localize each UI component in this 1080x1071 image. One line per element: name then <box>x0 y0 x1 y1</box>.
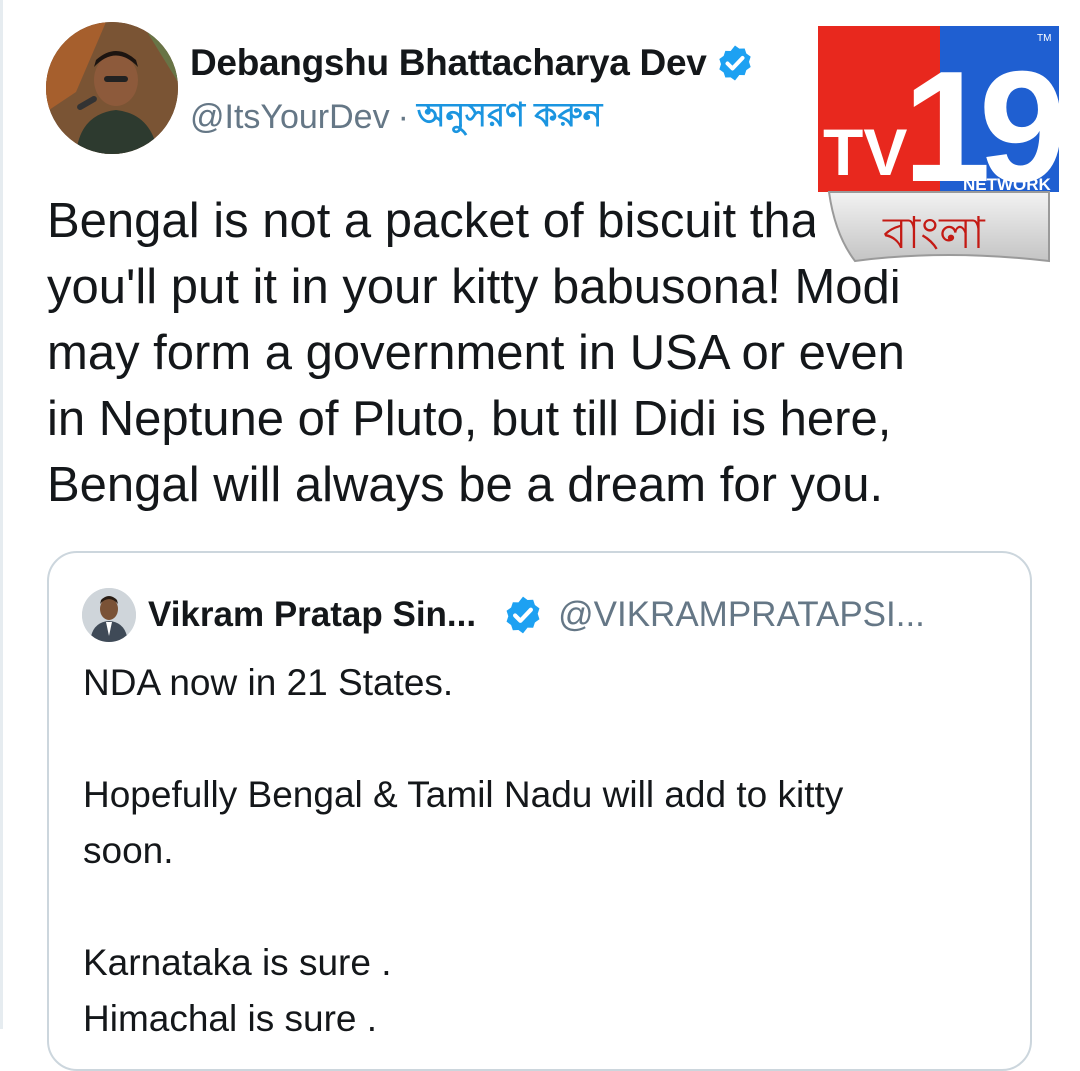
verified-badge-icon <box>502 594 544 636</box>
separator-dot: · <box>397 97 409 136</box>
verified-badge-icon <box>715 43 755 83</box>
author-handle[interactable]: @ItsYourDev <box>190 98 390 137</box>
svg-text:TV: TV <box>823 115 907 189</box>
logo-tm: TM <box>1037 33 1051 44</box>
quoted-author-handle: @VIKRAMPRATAPSI... <box>558 595 925 634</box>
quoted-tweet-text: NDA now in 21 States. Hopefully Bengal &… <box>83 662 844 1039</box>
author-name-row: Debangshu Bhattacharya Dev <box>190 38 755 88</box>
author-handle-row: @ItsYourDev · অনুসরণ করুন <box>190 94 602 140</box>
author-display-name[interactable]: Debangshu Bhattacharya Dev <box>190 42 707 84</box>
follow-button[interactable]: অনুসরণ করুন <box>417 89 602 145</box>
timeline-border <box>0 0 3 1029</box>
quoted-tweet-header: Vikram Pratap Sin... @VIKRAMPRATAPSI... <box>82 587 925 643</box>
quoted-tweet-card[interactable]: Vikram Pratap Sin... @VIKRAMPRATAPSI... … <box>47 551 1032 1071</box>
logo-language-label: বাংলা <box>882 208 986 259</box>
author-avatar[interactable] <box>46 22 178 154</box>
quoted-author-avatar <box>82 588 136 642</box>
quoted-author-name: Vikram Pratap Sin... <box>148 595 477 634</box>
tv19-bangla-logo: TV 19 TM NETWORK বাংলা <box>815 23 1074 269</box>
logo-network-label: NETWORK <box>963 175 1052 194</box>
